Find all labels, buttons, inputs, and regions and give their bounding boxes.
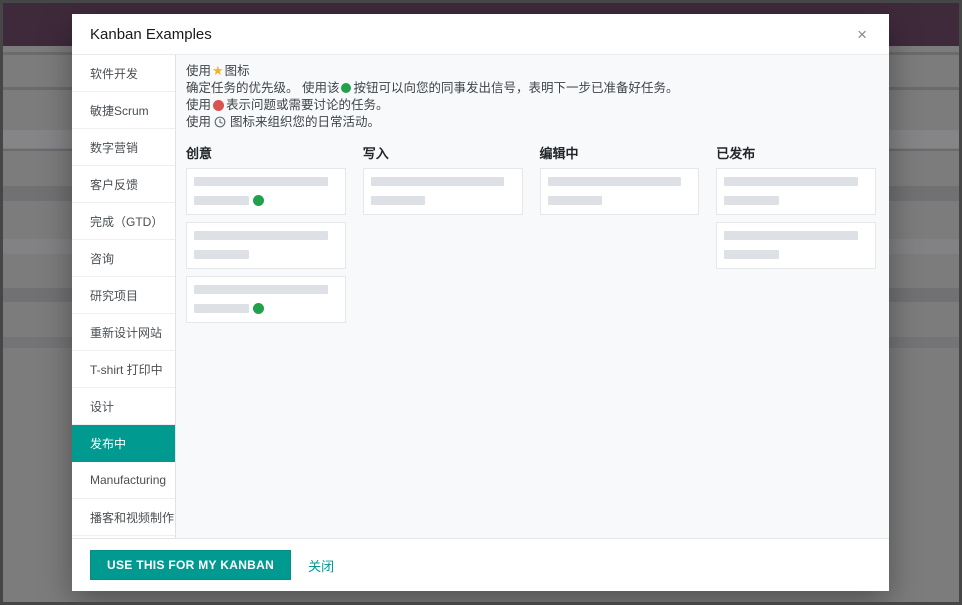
kanban-column: 写入 <box>363 143 523 222</box>
description-text: 表示问题或需要讨论的任务。 <box>226 98 389 112</box>
description-line: 使用 表示问题或需要讨论的任务。 <box>186 97 876 114</box>
sidebar-item-8[interactable]: T-shirt 打印中 <box>72 351 175 388</box>
kanban-examples-dialog: Kanban Examples × 软件开发敏捷Scrum数字营销客户反馈完成（… <box>72 14 889 591</box>
description-text: 使用 <box>186 64 211 78</box>
placeholder-bar <box>724 196 779 205</box>
column-title: 创意 <box>186 143 346 162</box>
close-link[interactable]: 关闭 <box>308 556 334 575</box>
placeholder-bar <box>724 231 858 240</box>
dialog-body: 软件开发敏捷Scrum数字营销客户反馈完成（GTD）咨询研究项目重新设计网站T-… <box>72 55 889 538</box>
description-line: 确定任务的优先级。 使用该按钮可以向您的同事发出信号，表明下一步已准备好任务。 <box>186 80 876 97</box>
placeholder-bar <box>371 196 426 205</box>
placeholder-bar <box>194 231 328 240</box>
kanban-card-placeholder <box>716 168 876 215</box>
dialog-footer: USE THIS FOR MY KANBAN 关闭 <box>72 538 889 591</box>
description-line: 使用★图标 <box>186 62 876 80</box>
kanban-preview-board: 创意写入编辑中已发布 <box>186 143 876 330</box>
sidebar-item-3[interactable]: 客户反馈 <box>72 166 175 203</box>
use-this-for-my-kanban-button[interactable]: USE THIS FOR MY KANBAN <box>90 550 291 580</box>
placeholder-bar <box>194 304 249 313</box>
sidebar-item-6[interactable]: 研究项目 <box>72 277 175 314</box>
screen-background: Kanban Examples × 软件开发敏捷Scrum数字营销客户反馈完成（… <box>0 0 962 605</box>
kanban-card-placeholder <box>186 276 346 323</box>
kanban-column: 编辑中 <box>540 143 700 222</box>
sidebar-item-5[interactable]: 咨询 <box>72 240 175 277</box>
green-dot-icon <box>341 83 351 93</box>
column-title: 编辑中 <box>540 143 700 162</box>
red-dot-icon <box>213 100 224 111</box>
placeholder-bar <box>371 177 505 186</box>
sidebar-item-2[interactable]: 数字营销 <box>72 129 175 166</box>
kanban-card-placeholder <box>716 222 876 269</box>
placeholder-row <box>194 249 338 260</box>
example-preview-panel: 使用★图标确定任务的优先级。 使用该按钮可以向您的同事发出信号，表明下一步已准备… <box>176 55 889 538</box>
sidebar-item-9[interactable]: 设计 <box>72 388 175 425</box>
placeholder-bar <box>548 196 603 205</box>
example-description: 使用★图标确定任务的优先级。 使用该按钮可以向您的同事发出信号，表明下一步已准备… <box>186 62 876 133</box>
placeholder-bar <box>194 285 328 294</box>
sidebar-item-10[interactable]: 发布中 <box>72 425 175 462</box>
sidebar-item-1[interactable]: 敏捷Scrum <box>72 92 175 129</box>
placeholder-bar <box>548 177 682 186</box>
kanban-card-placeholder <box>186 168 346 215</box>
dialog-header: Kanban Examples × <box>72 14 889 55</box>
kanban-card-placeholder <box>363 168 523 215</box>
clock-icon <box>214 116 226 133</box>
description-text: 图标来组织您的日常活动。 <box>226 115 379 129</box>
placeholder-row <box>548 195 692 206</box>
placeholder-row <box>194 303 338 314</box>
placeholder-bar <box>724 177 858 186</box>
green-dot-icon <box>253 195 264 206</box>
green-dot-icon <box>253 303 264 314</box>
close-icon[interactable]: × <box>853 24 871 45</box>
dialog-title: Kanban Examples <box>90 26 212 43</box>
description-text: 按钮可以向您的同事发出信号，表明下一步已准备好任务。 <box>353 81 678 95</box>
sidebar-item-11[interactable]: Manufacturing <box>72 462 175 499</box>
kanban-card-placeholder <box>186 222 346 269</box>
placeholder-row <box>371 195 515 206</box>
sidebar-item-12[interactable]: 播客和视频制作 <box>72 499 175 536</box>
placeholder-row <box>724 195 868 206</box>
description-line: 使用 图标来组织您的日常活动。 <box>186 114 876 133</box>
star-icon: ★ <box>212 62 224 79</box>
placeholder-bar <box>724 250 779 259</box>
description-text: 使用 <box>186 98 211 112</box>
kanban-column: 创意 <box>186 143 346 330</box>
placeholder-row <box>194 195 338 206</box>
placeholder-bar <box>194 196 249 205</box>
column-title: 写入 <box>363 143 523 162</box>
column-title: 已发布 <box>716 143 876 162</box>
kanban-card-placeholder <box>540 168 700 215</box>
placeholder-row <box>724 249 868 260</box>
sidebar-item-7[interactable]: 重新设计网站 <box>72 314 175 351</box>
placeholder-bar <box>194 250 249 259</box>
description-text: 确定任务的优先级。 使用该 <box>186 81 339 95</box>
placeholder-bar <box>194 177 328 186</box>
sidebar-item-0[interactable]: 软件开发 <box>72 55 175 92</box>
sidebar-item-4[interactable]: 完成（GTD） <box>72 203 175 240</box>
description-text: 使用 <box>186 115 214 129</box>
examples-sidebar: 软件开发敏捷Scrum数字营销客户反馈完成（GTD）咨询研究项目重新设计网站T-… <box>72 55 176 538</box>
kanban-column: 已发布 <box>716 143 876 276</box>
description-text: 图标 <box>225 64 250 78</box>
